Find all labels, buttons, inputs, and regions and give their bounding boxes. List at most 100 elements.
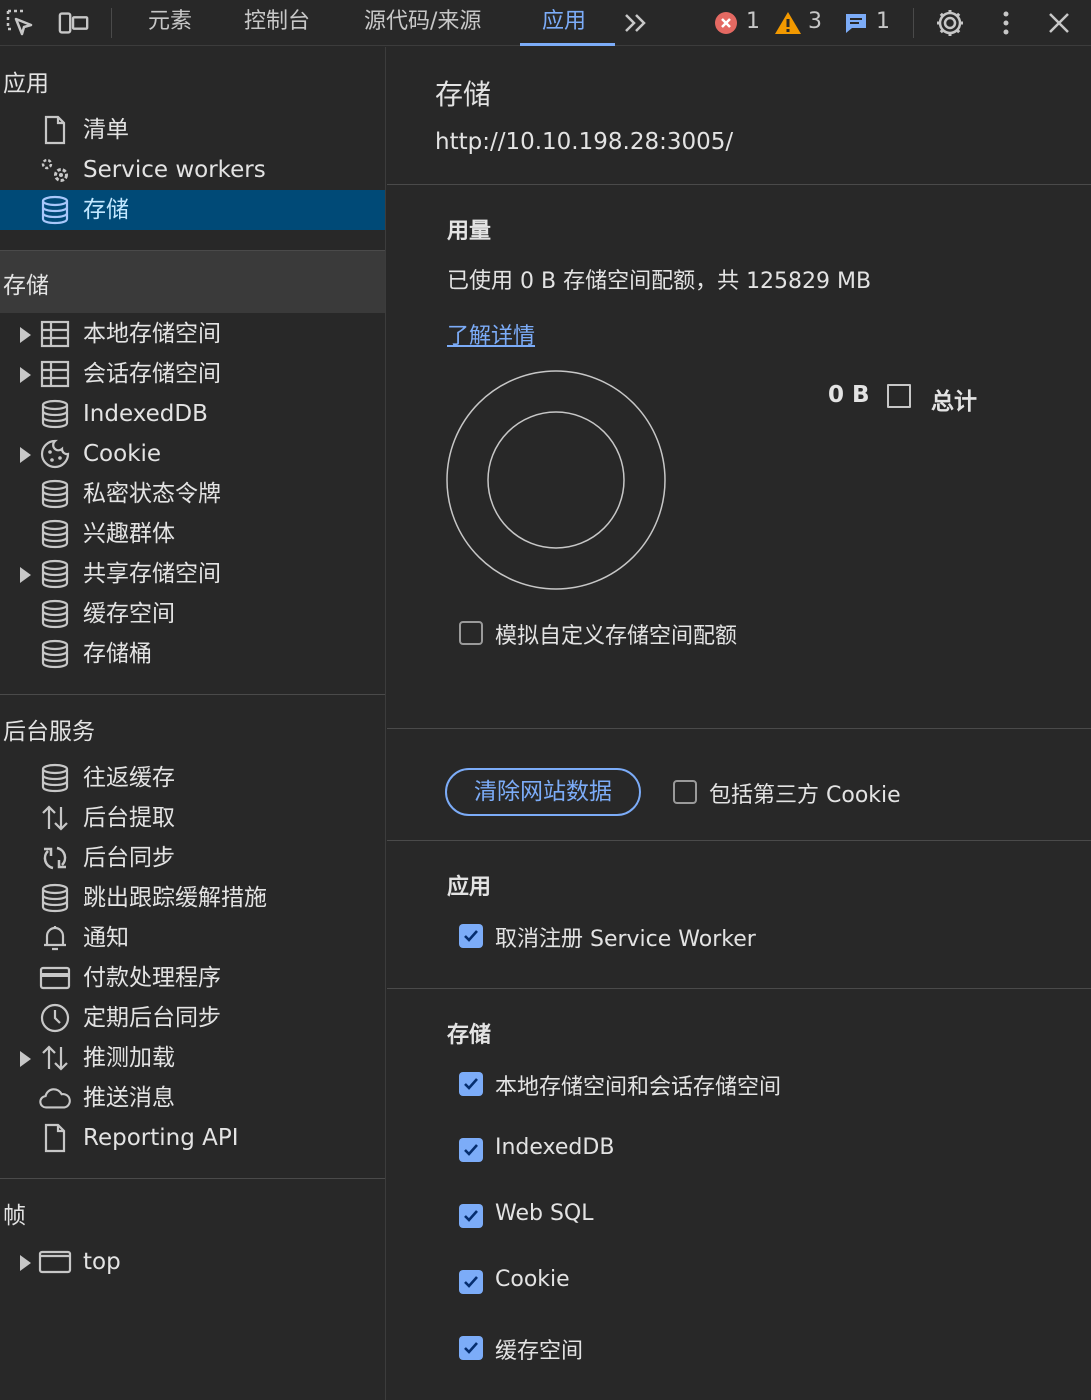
clear-site-data-button[interactable]: 清除网站数据 [445, 768, 641, 816]
checkmark-icon [464, 1078, 478, 1090]
clear-cache-storage-label: 缓存空间 [495, 1339, 584, 1364]
sidebar-item-indexeddb[interactable]: IndexedDB [0, 394, 385, 434]
sidebar-item-storage-buckets[interactable]: 存储桶 [0, 634, 385, 674]
expand-arrow-icon[interactable] [20, 447, 31, 463]
gears-icon [38, 155, 72, 185]
sidebar-item-session-storage[interactable]: 会话存储空间 [0, 354, 385, 394]
third-party-cookie-checkbox[interactable] [673, 780, 697, 804]
bell-icon [38, 923, 72, 953]
sidebar-item-label: Cookie [83, 441, 162, 467]
sidebar-item-service-workers[interactable]: Service workers [0, 150, 385, 190]
expand-arrow-icon[interactable] [20, 367, 31, 383]
sidebar-item-local-storage[interactable]: 本地存储空间 [0, 314, 385, 354]
section-header-storage[interactable]: 存储 [0, 251, 385, 313]
section-divider [387, 988, 1091, 989]
sidebar-item-background-sync[interactable]: 后台同步 [0, 838, 385, 878]
section-divider [387, 840, 1091, 841]
error-count: 1 [746, 9, 760, 34]
cookie-icon [38, 439, 72, 469]
sidebar-item-cache-storage[interactable]: 缓存空间 [0, 594, 385, 634]
clear-cache-storage-checkbox[interactable] [459, 1336, 483, 1360]
learn-more-link[interactable]: 了解详情 [447, 318, 535, 350]
expand-arrow-icon[interactable] [20, 327, 31, 343]
sidebar-item-manifest[interactable]: 清单 [0, 110, 385, 150]
tab-console[interactable]: 控制台 [244, 0, 310, 46]
sidebar-item-private-state-tokens[interactable]: 私密状态令牌 [0, 474, 385, 514]
clear-cookie-checkbox[interactable] [459, 1270, 483, 1294]
sidebar-item-bounce-tracking[interactable]: 跳出跟踪缓解措施 [0, 878, 385, 918]
section-header-background-services[interactable]: 后台服务 [0, 712, 385, 752]
sidebar-item-label: 后台提取 [83, 805, 175, 831]
message-count: 1 [876, 9, 890, 34]
clear-indexeddb-checkbox[interactable] [459, 1138, 483, 1162]
sidebar-item-label: 跳出跟踪缓解措施 [83, 885, 267, 911]
sidebar-item-cookie[interactable]: Cookie [0, 434, 385, 474]
database-icon [38, 519, 72, 549]
tab-elements[interactable]: 元素 [148, 0, 192, 46]
database-icon [38, 599, 72, 629]
sidebar-item-label: Reporting API [83, 1125, 239, 1151]
checkmark-icon [464, 1276, 478, 1288]
simulate-quota-label: 模拟自定义存储空间配额 [495, 624, 738, 649]
simulate-quota-checkbox[interactable] [459, 621, 483, 645]
unregister-sw-label: 取消注册 Service Worker [495, 927, 756, 952]
sidebar-item-label: 通知 [83, 925, 129, 951]
clear-indexeddb-label: IndexedDB [495, 1135, 615, 1160]
sidebar-item-background-fetch[interactable]: 后台提取 [0, 798, 385, 838]
unregister-sw-checkbox[interactable] [459, 924, 483, 948]
warning-icon[interactable] [772, 7, 804, 39]
sidebar-item-speculative-loads[interactable]: 推测加载 [0, 1038, 385, 1078]
error-icon[interactable] [710, 7, 742, 39]
message-icon[interactable] [840, 7, 872, 39]
section-divider [0, 1178, 385, 1179]
sidebar-item-label: 往返缓存 [83, 765, 175, 791]
sidebar-item-label: 存储桶 [83, 641, 152, 667]
sidebar-item-frame-top[interactable]: top [0, 1242, 385, 1282]
sidebar-item-label: 推送消息 [83, 1085, 175, 1111]
table-grid-icon [38, 319, 72, 349]
sidebar-item-label: Service workers [83, 157, 266, 183]
clear-websql-checkbox[interactable] [459, 1204, 483, 1228]
section-divider [387, 184, 1091, 185]
sidebar-item-back-forward-cache[interactable]: 往返缓存 [0, 758, 385, 798]
section-header-frames[interactable]: 帧 [0, 1196, 385, 1236]
sidebar-item-label: 存储 [83, 197, 129, 223]
database-icon [38, 479, 72, 509]
database-icon [38, 883, 72, 913]
more-tabs-icon[interactable] [620, 7, 652, 39]
sidebar-item-payment-handler[interactable]: 付款处理程序 [0, 958, 385, 998]
sidebar-item-label: 本地存储空间 [83, 321, 221, 347]
sync-icon [38, 843, 72, 873]
third-party-cookie-label: 包括第三方 Cookie [709, 783, 901, 808]
expand-arrow-icon[interactable] [20, 567, 31, 583]
tab-application[interactable]: 应用 [542, 0, 586, 46]
sidebar-item-label: 推测加载 [83, 1045, 175, 1071]
clear-websql-label: Web SQL [495, 1201, 594, 1226]
section-header-application[interactable]: 应用 [0, 64, 385, 104]
sidebar-item-label: 共享存储空间 [83, 561, 221, 587]
device-toolbar-icon[interactable] [58, 7, 90, 39]
sidebar-item-push-messaging[interactable]: 推送消息 [0, 1078, 385, 1118]
up-down-arrows-icon [38, 803, 72, 833]
sidebar-item-reporting-api[interactable]: Reporting API [0, 1118, 385, 1158]
close-icon[interactable] [1043, 7, 1075, 39]
expand-arrow-icon[interactable] [20, 1051, 31, 1067]
inspect-element-icon[interactable] [4, 7, 36, 39]
usage-pie-chart [446, 370, 666, 590]
sidebar-item-shared-storage[interactable]: 共享存储空间 [0, 554, 385, 594]
section-divider [0, 694, 385, 695]
more-options-icon[interactable] [990, 7, 1022, 39]
clear-local-session-storage-label: 本地存储空间和会话存储空间 [495, 1075, 782, 1100]
clear-local-session-storage-checkbox[interactable] [459, 1072, 483, 1096]
expand-arrow-icon[interactable] [20, 1255, 31, 1271]
tab-sources[interactable]: 源代码/来源 [364, 0, 481, 46]
database-icon [38, 639, 72, 669]
up-down-arrows-icon [38, 1043, 72, 1073]
settings-gear-icon[interactable] [934, 7, 966, 39]
sidebar-item-interest-groups[interactable]: 兴趣群体 [0, 514, 385, 554]
sidebar-item-notifications[interactable]: 通知 [0, 918, 385, 958]
sidebar-item-storage[interactable]: 存储 [0, 190, 385, 230]
legend-swatch [887, 384, 911, 408]
application-heading: 应用 [447, 875, 492, 900]
sidebar-item-periodic-background-sync[interactable]: 定期后台同步 [0, 998, 385, 1038]
